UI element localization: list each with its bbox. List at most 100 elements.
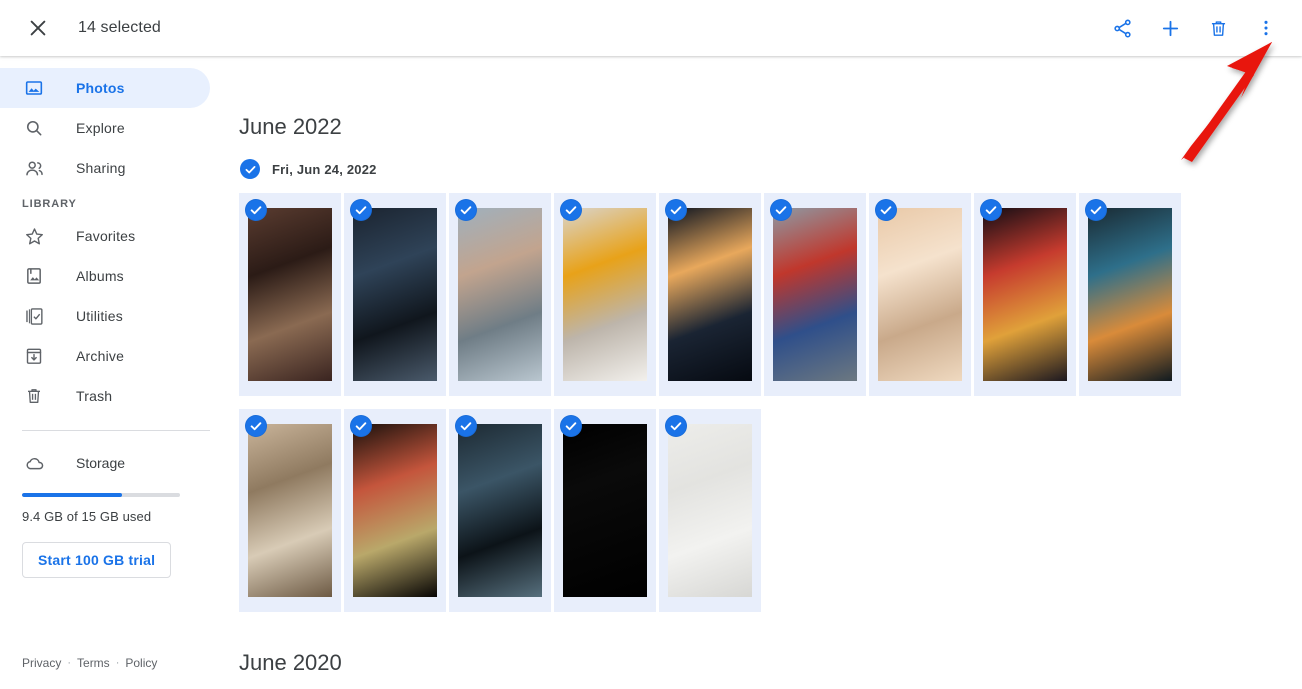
photo-thumbnail [353, 208, 437, 381]
sidebar-item-archive[interactable]: Archive [0, 336, 210, 376]
storage-usage-text: 9.4 GB of 15 GB used [22, 509, 152, 524]
storage-label: Storage [76, 455, 126, 471]
close-icon[interactable] [18, 8, 58, 48]
toolbar-actions [1100, 6, 1302, 50]
photo-thumbnail [1088, 208, 1172, 381]
photo-thumbnail [248, 424, 332, 597]
photo-bw-figure[interactable] [554, 409, 656, 612]
storage-section: Storage 9.4 GB of 15 GB used Start 100 G… [0, 431, 232, 578]
photo-thumbnail [458, 208, 542, 381]
photo-alley-arcade[interactable] [239, 193, 341, 396]
photo-select-checkbox[interactable] [455, 415, 477, 437]
sidebar-item-label: Trash [76, 388, 113, 404]
storage-progress-fill [22, 493, 122, 497]
terms-link[interactable]: Terms [77, 656, 110, 670]
photo-thumbnail [773, 208, 857, 381]
photo-select-checkbox[interactable] [245, 199, 267, 221]
photo-select-checkbox[interactable] [350, 415, 372, 437]
photo-tulip-macro[interactable] [344, 409, 446, 612]
photo-vending-machine[interactable] [554, 193, 656, 396]
sidebar: Photos Explore Sharing LIBRARY Favorites… [0, 56, 232, 689]
sidebar-item-label: Explore [76, 120, 125, 136]
photo-street-wires[interactable] [449, 193, 551, 396]
policy-link[interactable]: Policy [125, 656, 157, 670]
photo-select-checkbox[interactable] [770, 199, 792, 221]
sidebar-item-photos[interactable]: Photos [0, 68, 210, 108]
more-vert-icon[interactable] [1244, 6, 1288, 50]
photo-pastel-corner[interactable] [869, 193, 971, 396]
toolbar-left-group: 14 selected [0, 8, 161, 48]
search-icon [22, 116, 46, 140]
photo-stairwell-night[interactable] [344, 193, 446, 396]
photo-thumbnail [668, 424, 752, 597]
storage-progress-bar [22, 493, 180, 497]
photo-cyberpunk-car[interactable] [449, 409, 551, 612]
photo-select-checkbox[interactable] [665, 199, 687, 221]
plus-icon[interactable] [1148, 6, 1192, 50]
archive-icon [22, 344, 46, 368]
photo-thumbnail [668, 208, 752, 381]
photo-lanterns-dark[interactable] [659, 193, 761, 396]
photo-select-checkbox[interactable] [560, 199, 582, 221]
photo-thumbnail [248, 208, 332, 381]
sidebar-item-label: Archive [76, 348, 125, 364]
separator: · [115, 657, 120, 669]
library-section-label: LIBRARY [22, 198, 77, 210]
day-select-checkbox[interactable] [240, 159, 260, 179]
photo-select-checkbox[interactable] [350, 199, 372, 221]
share-icon[interactable] [1100, 6, 1144, 50]
photo-sketch-car[interactable] [659, 409, 761, 612]
start-trial-button[interactable]: Start 100 GB trial [22, 542, 172, 578]
photo-thumbnail [563, 208, 647, 381]
day-header: Fri, Jun 24, 2022 [232, 158, 1302, 180]
trash-icon [22, 384, 46, 408]
photo-select-checkbox[interactable] [665, 415, 687, 437]
photo-select-checkbox[interactable] [560, 415, 582, 437]
photo-row [232, 409, 1302, 612]
sidebar-item-trash[interactable]: Trash [0, 376, 210, 416]
photo-thumbnail [458, 424, 542, 597]
sidebar-item-albums[interactable]: Albums [0, 256, 210, 296]
month-heading: June 2020 [239, 650, 342, 675]
photo-lantern-street[interactable] [1079, 193, 1181, 396]
trash-icon[interactable] [1196, 6, 1240, 50]
utilities-icon [22, 304, 46, 328]
photo-icon [22, 76, 46, 100]
album-icon [22, 264, 46, 288]
sidebar-item-sharing[interactable]: Sharing [0, 148, 210, 188]
photo-thumbnail [563, 424, 647, 597]
photo-select-checkbox[interactable] [875, 199, 897, 221]
cloud-icon [22, 451, 46, 475]
star-icon [22, 224, 46, 248]
sidebar-item-explore[interactable]: Explore [0, 108, 210, 148]
sidebar-item-label: Sharing [76, 160, 126, 176]
photo-row [232, 193, 1302, 396]
photo-select-checkbox[interactable] [1085, 199, 1107, 221]
photo-thumbnail [878, 208, 962, 381]
day-date-label: Fri, Jun 24, 2022 [272, 161, 377, 177]
people-icon [22, 156, 46, 180]
storage-header[interactable]: Storage [22, 451, 210, 475]
photo-select-checkbox[interactable] [455, 199, 477, 221]
photo-select-checkbox[interactable] [980, 199, 1002, 221]
photo-select-checkbox[interactable] [245, 415, 267, 437]
photo-thumbnail [983, 208, 1067, 381]
google-photos-app: 14 selected Photos Explore Sharing LIBRA… [0, 0, 1302, 689]
sidebar-item-label: Albums [76, 268, 124, 284]
selection-count-label: 14 selected [78, 19, 161, 36]
sidebar-item-utilities[interactable]: Utilities [0, 296, 210, 336]
selection-toolbar: 14 selected [0, 0, 1302, 56]
photo-thumbnail [353, 424, 437, 597]
separator: · [67, 657, 72, 669]
sidebar-item-label: Utilities [76, 308, 123, 324]
photo-venice-painting[interactable] [239, 409, 341, 612]
footer-links: Privacy · Terms · Policy [22, 656, 157, 670]
sidebar-item-label: Favorites [76, 228, 136, 244]
photo-neon-alley[interactable] [974, 193, 1076, 396]
month-heading: June 2022 [239, 114, 342, 139]
photo-grid-content: June 2022 Fri, Jun 24, 2022 June 2020 Th… [232, 56, 1302, 689]
sidebar-item-label: Photos [76, 80, 125, 96]
privacy-link[interactable]: Privacy [22, 656, 61, 670]
sidebar-item-favorites[interactable]: Favorites [0, 216, 210, 256]
photo-city-bus[interactable] [764, 193, 866, 396]
